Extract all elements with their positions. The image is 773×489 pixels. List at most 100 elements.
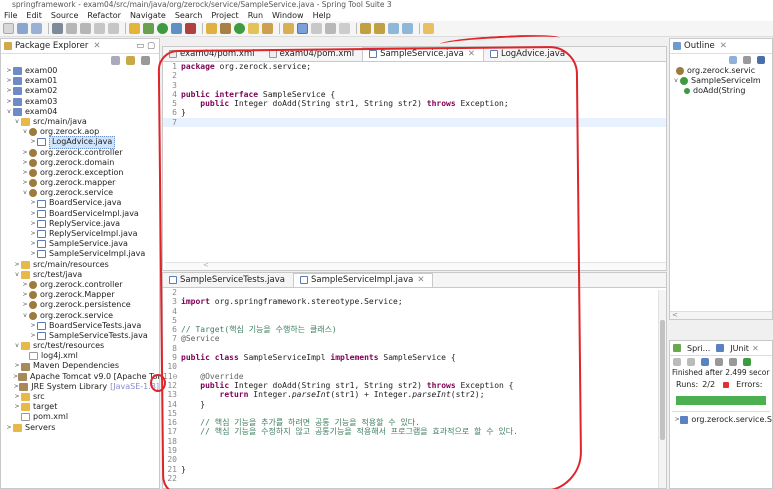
chevron-right-icon[interactable]: > xyxy=(5,97,13,107)
chevron-right-icon[interactable]: > xyxy=(21,158,29,168)
scrollbar-thumb[interactable] xyxy=(660,320,665,440)
tree-item[interactable]: > SampleServiceTests.java xyxy=(3,331,159,341)
tree-item[interactable]: v org.zerock.service xyxy=(3,311,159,321)
chevron-right-icon[interactable]: > xyxy=(5,76,13,86)
tree-item[interactable]: > org.zerock.controller xyxy=(3,148,159,158)
outline-item-package[interactable]: org.zerock.servic xyxy=(670,66,772,76)
resume-icon[interactable] xyxy=(66,23,77,34)
tree-item[interactable]: > ReplyService.java xyxy=(3,219,159,229)
chevron-right-icon[interactable]: > xyxy=(5,86,13,96)
chevron-right-icon[interactable]: > xyxy=(29,239,37,249)
search-icon[interactable] xyxy=(262,23,273,34)
chevron-right-icon[interactable]: > xyxy=(29,209,37,219)
rerun-icon[interactable] xyxy=(743,358,751,366)
tree-item[interactable]: v src/main/java xyxy=(3,117,159,127)
perspective-icon[interactable] xyxy=(423,23,434,34)
chevron-right-icon[interactable]: > xyxy=(21,280,29,290)
chevron-right-icon[interactable]: > xyxy=(29,219,37,229)
outline-item-class[interactable]: v SampleServiceIm xyxy=(670,76,772,86)
new-package-icon[interactable] xyxy=(220,23,231,34)
next-annotation-icon[interactable] xyxy=(360,23,371,34)
tree-item[interactable]: > org.zerock.persistence xyxy=(3,300,159,310)
highlight-icon[interactable] xyxy=(297,23,308,34)
chevron-right-icon[interactable]: > xyxy=(21,178,29,188)
menu-item-search[interactable]: Search xyxy=(175,11,202,20)
view-menu-icon[interactable] xyxy=(141,55,150,65)
scroll-lock-icon[interactable] xyxy=(715,358,723,366)
block-select-icon[interactable] xyxy=(325,23,336,34)
chevron-right-icon[interactable]: > xyxy=(29,321,37,331)
horizontal-scrollbar[interactable]: < xyxy=(670,311,772,319)
history-icon[interactable] xyxy=(729,358,737,366)
menu-item-edit[interactable]: Edit xyxy=(26,11,42,20)
chevron-down-icon[interactable]: v xyxy=(21,127,29,137)
save-all-icon[interactable] xyxy=(31,23,42,34)
tree-item[interactable]: v exam04 xyxy=(3,107,159,117)
outline-title[interactable]: Outline xyxy=(684,41,715,51)
tab-junit[interactable]: JUnit xyxy=(730,344,749,353)
junit-result-item[interactable]: > org.zerock.service.S xyxy=(670,415,772,425)
chevron-right-icon[interactable]: > xyxy=(29,331,37,341)
prev-annotation-icon[interactable] xyxy=(374,23,385,34)
spring-icon[interactable] xyxy=(129,23,140,34)
step-icon[interactable] xyxy=(108,23,119,34)
close-icon[interactable]: ✕ xyxy=(93,41,100,51)
tree-item[interactable]: > exam02 xyxy=(3,86,159,96)
chevron-right-icon[interactable]: > xyxy=(13,361,21,371)
chevron-down-icon[interactable]: v xyxy=(13,270,21,280)
tree-item[interactable]: > Apache Tomcat v9.0 [Apache Tom xyxy=(3,372,165,382)
tree-item[interactable]: > exam01 xyxy=(3,76,159,86)
tree-item[interactable]: > Maven Dependencies xyxy=(3,361,159,371)
tree-item[interactable]: > org.zerock.controller xyxy=(3,280,159,290)
chevron-right-icon[interactable]: > xyxy=(13,402,21,412)
debug-icon[interactable] xyxy=(52,23,63,34)
minimize-icon[interactable]: ▭ ▢ xyxy=(136,41,155,51)
hide-fields-icon[interactable] xyxy=(743,56,751,64)
chevron-down-icon[interactable]: v xyxy=(13,117,21,127)
tree-item[interactable]: > target xyxy=(3,402,159,412)
menu-item-project[interactable]: Project xyxy=(211,11,238,20)
sort-icon[interactable] xyxy=(729,56,737,64)
hide-static-icon[interactable] xyxy=(757,56,765,64)
outline-item-method[interactable]: doAdd(String xyxy=(670,86,772,96)
chevron-down-icon[interactable]: v xyxy=(21,311,29,321)
collapse-all-icon[interactable] xyxy=(111,55,120,65)
tree-item[interactable]: v src/test/resources xyxy=(3,341,159,351)
tab-spring[interactable]: Spri... xyxy=(687,344,710,353)
tree-item[interactable]: > SampleService.java xyxy=(3,239,159,249)
forward-icon[interactable] xyxy=(402,23,413,34)
new-icon[interactable] xyxy=(3,23,14,34)
breadcrumb-icon[interactable] xyxy=(311,23,322,34)
chevron-right-icon[interactable]: > xyxy=(29,137,37,147)
toggle-mark-icon[interactable] xyxy=(283,23,294,34)
tree-item[interactable]: > exam00 xyxy=(3,66,159,76)
tree-item[interactable]: > exam03 xyxy=(3,97,159,107)
package-explorer-title[interactable]: Package Explorer xyxy=(15,41,88,51)
debug-run-icon[interactable] xyxy=(143,23,154,34)
chevron-down-icon[interactable]: v xyxy=(21,188,29,198)
tree-item[interactable]: > src/main/resources xyxy=(3,260,159,270)
chevron-right-icon[interactable]: > xyxy=(21,290,29,300)
chevron-right-icon[interactable]: > xyxy=(21,168,29,178)
tree-item[interactable]: log4j.xml xyxy=(3,351,159,361)
tree-item[interactable]: > org.zerock.Mapper xyxy=(3,290,159,300)
chevron-right-icon[interactable]: > xyxy=(5,423,13,433)
chevron-right-icon[interactable]: > xyxy=(13,392,21,402)
new-class-icon[interactable] xyxy=(234,23,245,34)
suspend-icon[interactable] xyxy=(80,23,91,34)
run-icon[interactable] xyxy=(157,23,168,34)
chevron-right-icon[interactable]: > xyxy=(29,229,37,239)
chevron-down-icon[interactable]: v xyxy=(5,107,13,117)
close-icon[interactable]: ✕ xyxy=(720,41,727,51)
chevron-down-icon[interactable]: v xyxy=(13,341,21,351)
chevron-right-icon[interactable]: > xyxy=(29,198,37,208)
prev-failure-icon[interactable] xyxy=(687,358,695,366)
back-icon[interactable] xyxy=(388,23,399,34)
tree-item[interactable]: > JRE System Library [JavaSE-1.8] xyxy=(3,382,159,392)
vertical-scrollbar[interactable] xyxy=(658,290,666,488)
chevron-right-icon[interactable]: > xyxy=(21,300,29,310)
tree-item[interactable]: > org.zerock.exception xyxy=(3,168,159,178)
external-tools-icon[interactable] xyxy=(185,23,196,34)
menu-item-run[interactable]: Run xyxy=(248,11,263,20)
chevron-down-icon[interactable]: v xyxy=(672,76,680,86)
